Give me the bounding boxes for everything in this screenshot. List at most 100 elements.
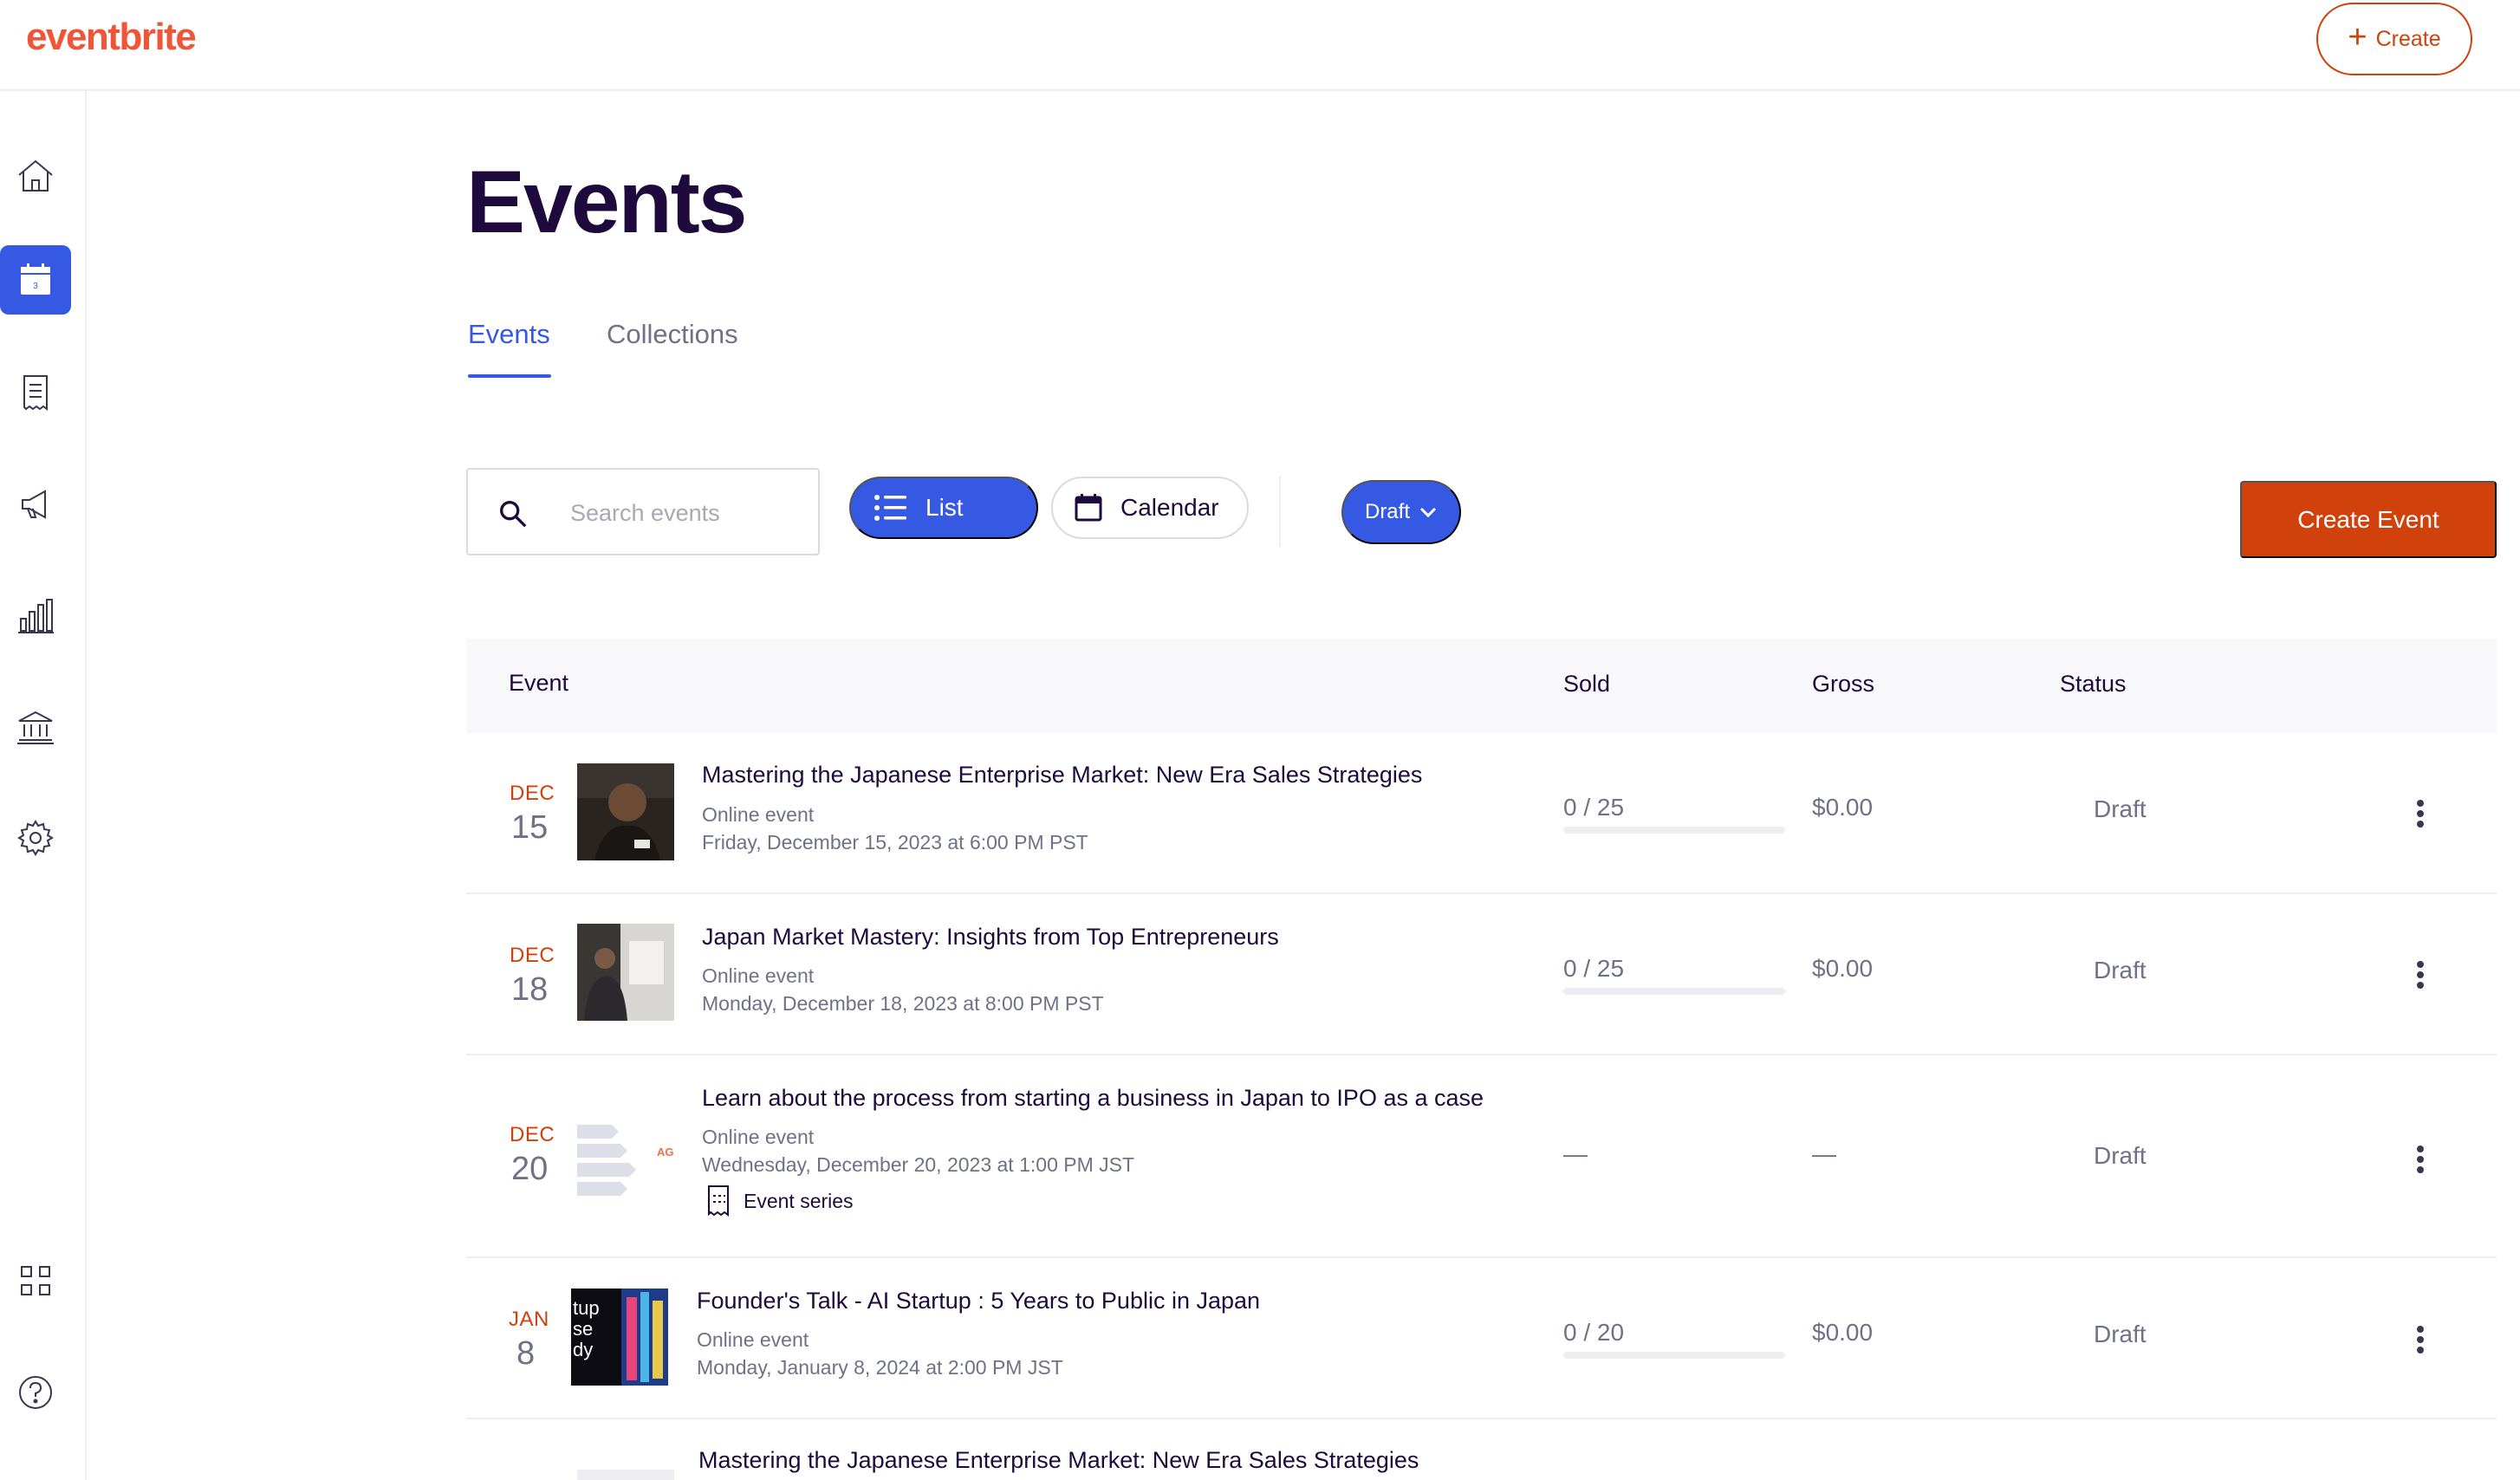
tab-collections[interactable]: Collections [607,319,738,350]
event-location: Online event [702,1126,815,1148]
column-header-gross[interactable]: Gross [1812,671,1874,698]
event-series-label: Event series [744,1189,854,1212]
plus-icon: + [2348,19,2367,55]
event-thumbnail-image [577,924,674,1021]
finance-icon [17,711,54,744]
sidebar-item-apps[interactable] [0,1246,71,1315]
event-series-tag: Event series [705,1184,854,1218]
sold-progress-bar [1563,988,1785,995]
toolbar-divider [1279,476,1281,547]
reports-icon [18,599,54,633]
sidebar: 3 [0,91,87,1480]
list-icon [874,495,906,521]
column-header-event: Event [509,670,569,696]
event-title-link[interactable]: Mastering the Japanese Enterprise Market… [698,1447,1419,1474]
event-title-link[interactable]: Mastering the Japanese Enterprise Market… [702,762,1422,789]
tab-events[interactable]: Events [468,319,550,350]
search-icon [500,501,527,528]
more-options-icon[interactable] [2407,1142,2433,1177]
gross-amount: $0.00 [1812,794,1874,821]
gross-amount: $0.00 [1812,1319,1874,1346]
list-view-label: List [926,494,964,521]
sidebar-item-marketing[interactable] [0,470,71,539]
event-thumbnail[interactable] [577,924,674,1021]
calendar-view-icon [1075,494,1102,522]
event-location: Online event [702,803,815,826]
event-location: Online event [702,964,815,987]
event-day: 8 [516,1335,536,1372]
sold-count: 0 / 25 [1563,794,1625,821]
sold-progress-bar [1563,827,1785,834]
active-tab-indicator [468,374,551,378]
event-datetime: Monday, January 8, 2024 at 2:00 PM JST [697,1356,1063,1379]
column-header-status[interactable]: Status [2060,671,2127,698]
sidebar-item-reports[interactable] [0,581,71,651]
event-series-icon [708,1185,729,1217]
svg-text:se: se [573,1318,593,1340]
search-input[interactable] [570,494,804,532]
event-title-link[interactable]: Founder's Talk - AI Startup : 5 Years to… [697,1288,1260,1314]
event-month: DEC [510,944,555,967]
event-datetime: Wednesday, December 20, 2023 at 1:00 PM … [702,1153,1135,1176]
list-view-button[interactable]: List [849,477,1038,539]
event-location: Online event [697,1328,809,1351]
calendar-icon: 3 [21,263,50,295]
create-event-button[interactable]: Create Event [2240,481,2497,558]
event-month: DEC [510,1123,555,1146]
event-thumbnail-image: tup se dy [571,1289,668,1386]
column-header-sold[interactable]: Sold [1563,671,1610,698]
sidebar-item-orders[interactable] [0,358,71,427]
sold-count: — [1563,1140,1588,1167]
event-day: 20 [511,1151,549,1187]
megaphone-icon [22,490,46,519]
event-title-link[interactable]: Japan Market Mastery: Insights from Top … [702,924,1279,951]
table-row[interactable]: Mastering the Japanese Enterprise Market… [466,1419,2497,1480]
chevron-down-icon [1419,507,1437,518]
sidebar-item-finance[interactable] [0,692,71,762]
more-options-icon[interactable] [2407,957,2433,992]
calendar-view-button[interactable]: Calendar [1051,477,1249,539]
event-datetime: Monday, December 18, 2023 at 8:00 PM PST [702,992,1104,1015]
gross-amount: — [1812,1140,1836,1167]
sidebar-item-home[interactable] [0,141,71,211]
svg-text:3: 3 [33,282,38,291]
orders-icon [23,375,48,411]
svg-text:AG: AG [657,1146,674,1159]
table-row[interactable]: DEC 18 Japan Market Mastery: Insights fr… [466,894,2497,1055]
sidebar-item-settings[interactable] [0,803,71,873]
create-button[interactable]: + Create [2316,3,2472,75]
table-row[interactable]: DEC 20 AG Learn about the process from s… [466,1055,2497,1258]
event-day: 15 [511,809,549,846]
table-header: Event Sold Gross Status [466,639,2497,733]
page-title: Events [466,153,747,251]
event-day: 18 [511,971,549,1008]
home-icon [18,159,53,191]
svg-text:dy: dy [573,1339,593,1360]
sold-count: 0 / 20 [1563,1319,1625,1346]
table-row[interactable]: DEC 15 Mastering the Japanese Enterprise… [466,733,2497,894]
gear-icon [17,820,54,856]
more-options-icon[interactable] [2407,796,2433,831]
sold-count: 0 / 25 [1563,955,1625,982]
eventbrite-logo[interactable]: eventbrite [26,16,197,59]
event-thumbnail[interactable] [577,763,674,860]
sidebar-item-events[interactable]: 3 [0,245,71,315]
sold-progress-bar [1563,1352,1785,1359]
event-datetime: Friday, December 15, 2023 at 6:00 PM PST [702,831,1088,854]
event-month: JAN [509,1308,549,1331]
top-bar: eventbrite + Create [0,0,2520,91]
table-row[interactable]: JAN 8 tup se dy Founder's Talk - AI Star… [466,1258,2497,1419]
event-title-link[interactable]: Learn about the process from starting a … [702,1085,1484,1112]
event-thumbnail[interactable] [577,1470,674,1480]
help-icon [19,1376,52,1409]
status-filter-dropdown[interactable]: Draft [1341,480,1461,544]
event-thumbnail[interactable]: tup se dy [571,1289,668,1386]
apps-grid-icon [21,1266,50,1295]
status-badge: Draft [2094,1142,2147,1169]
event-thumbnail-image: AG [577,1116,674,1213]
more-options-icon[interactable] [2407,1322,2433,1357]
status-badge: Draft [2094,1321,2147,1347]
create-button-label: Create [2375,26,2441,51]
event-thumbnail[interactable]: AG [577,1116,674,1213]
sidebar-item-help[interactable] [0,1358,71,1427]
